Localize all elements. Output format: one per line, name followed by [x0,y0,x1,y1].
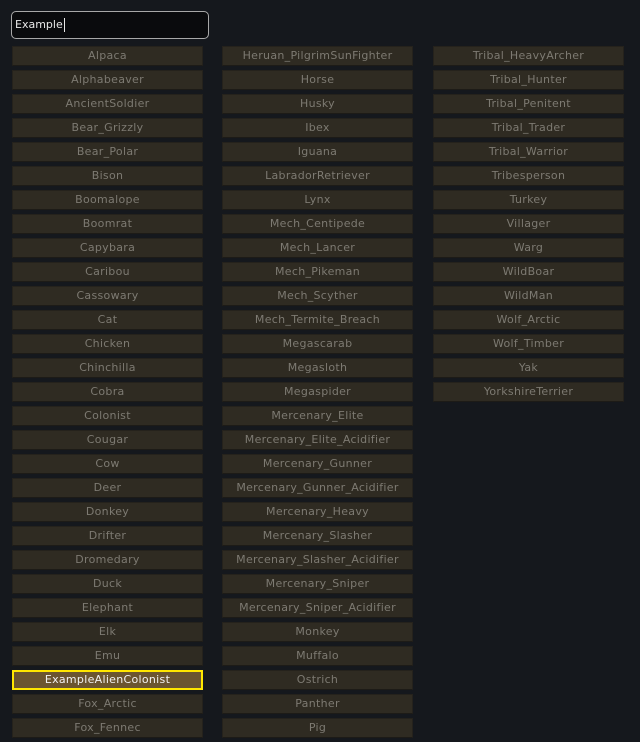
option-button[interactable]: Drifter [12,526,203,546]
option-button[interactable]: Chinchilla [12,358,203,378]
option-button[interactable]: Deer [12,478,203,498]
option-button[interactable]: Boomalope [12,190,203,210]
option-button[interactable]: Bear_Polar [12,142,203,162]
option-button[interactable]: Alphabeaver [12,70,203,90]
option-button[interactable]: Elk [12,622,203,642]
option-button[interactable]: Mech_Scyther [222,286,413,306]
option-button[interactable]: Mercenary_Gunner [222,454,413,474]
option-button[interactable]: Mercenary_Slasher_Acidifier [222,550,413,570]
option-button[interactable]: Cobra [12,382,203,402]
option-button[interactable]: Alpaca [12,46,203,66]
option-button[interactable]: Cow [12,454,203,474]
option-button[interactable]: Mercenary_Elite_Acidifier [222,430,413,450]
option-button[interactable]: Boomrat [12,214,203,234]
option-button[interactable]: Villager [433,214,624,234]
option-button[interactable]: Turkey [433,190,624,210]
option-button[interactable]: Tribal_HeavyArcher [433,46,624,66]
option-button[interactable]: Heruan_PilgrimSunFighter [222,46,413,66]
option-button[interactable]: Panther [222,694,413,714]
option-button[interactable]: Duck [12,574,203,594]
option-button[interactable]: Yak [433,358,624,378]
option-button[interactable]: Fox_Fennec [12,718,203,738]
option-column-2: Heruan_PilgrimSunFighter Horse Husky Ibex Ig… [222,46,413,742]
option-button-selected[interactable]: ExampleAlienColonist [12,670,203,690]
option-button[interactable]: Mech_Pikeman [222,262,413,282]
option-button[interactable]: Mech_Centipede [222,214,413,234]
option-button[interactable]: Cougar [12,430,203,450]
option-button[interactable]: Dromedary [12,550,203,570]
search-input[interactable]: Example [11,11,209,39]
option-button[interactable]: Ostrich [222,670,413,690]
option-button[interactable]: Mercenary_Heavy [222,502,413,522]
option-button[interactable]: Cat [12,310,203,330]
option-button[interactable]: Mercenary_Elite [222,406,413,426]
option-button[interactable]: WildBoar [433,262,624,282]
option-button[interactable]: Mercenary_Gunner_Acidifier [222,478,413,498]
option-button[interactable]: Tribal_Penitent [433,94,624,114]
option-button[interactable]: Mech_Termite_Breach [222,310,413,330]
option-button[interactable]: Bear_Grizzly [12,118,203,138]
option-button[interactable]: Bison [12,166,203,186]
option-button[interactable]: LabradorRetriever [222,166,413,186]
option-button[interactable]: Lynx [222,190,413,210]
option-button[interactable]: YorkshireTerrier [433,382,624,402]
option-button[interactable]: Wolf_Arctic [433,310,624,330]
option-column-3: Tribal_HeavyArcher Tribal_Hunter Tribal_Pe… [433,46,624,406]
option-button[interactable]: Mercenary_Slasher [222,526,413,546]
option-button[interactable]: Muffalo [222,646,413,666]
option-button[interactable]: Donkey [12,502,203,522]
option-button[interactable]: Mech_Lancer [222,238,413,258]
option-button[interactable]: Tribal_Warrior [433,142,624,162]
text-caret [63,18,65,32]
option-button[interactable]: Cassowary [12,286,203,306]
option-button[interactable]: Tribal_Trader [433,118,624,138]
option-button[interactable]: Pig [222,718,413,738]
option-button[interactable]: Ibex [222,118,413,138]
option-column-1: Alpaca Alphabeaver AncientSoldier Bear_Griz… [12,46,203,742]
option-button[interactable]: Warg [433,238,624,258]
option-button[interactable]: AncientSoldier [12,94,203,114]
option-button[interactable]: Iguana [222,142,413,162]
option-button[interactable]: Monkey [222,622,413,642]
option-button[interactable]: Megasloth [222,358,413,378]
option-button[interactable]: Tribal_Hunter [433,70,624,90]
option-button[interactable]: Tribesperson [433,166,624,186]
option-button[interactable]: Colonist [12,406,203,426]
option-button[interactable]: Mercenary_Sniper [222,574,413,594]
option-button[interactable]: Megaspider [222,382,413,402]
option-button[interactable]: Wolf_Timber [433,334,624,354]
option-button[interactable]: Mercenary_Sniper_Acidifier [222,598,413,618]
search-input-value: Example [15,18,63,31]
option-button[interactable]: Caribou [12,262,203,282]
option-button[interactable]: Chicken [12,334,203,354]
option-button[interactable]: Capybara [12,238,203,258]
option-button[interactable]: Megascarab [222,334,413,354]
option-button[interactable]: Horse [222,70,413,90]
option-button[interactable]: Elephant [12,598,203,618]
option-button[interactable]: Husky [222,94,413,114]
option-button[interactable]: Fox_Arctic [12,694,203,714]
option-button[interactable]: Emu [12,646,203,666]
option-button[interactable]: WildMan [433,286,624,306]
